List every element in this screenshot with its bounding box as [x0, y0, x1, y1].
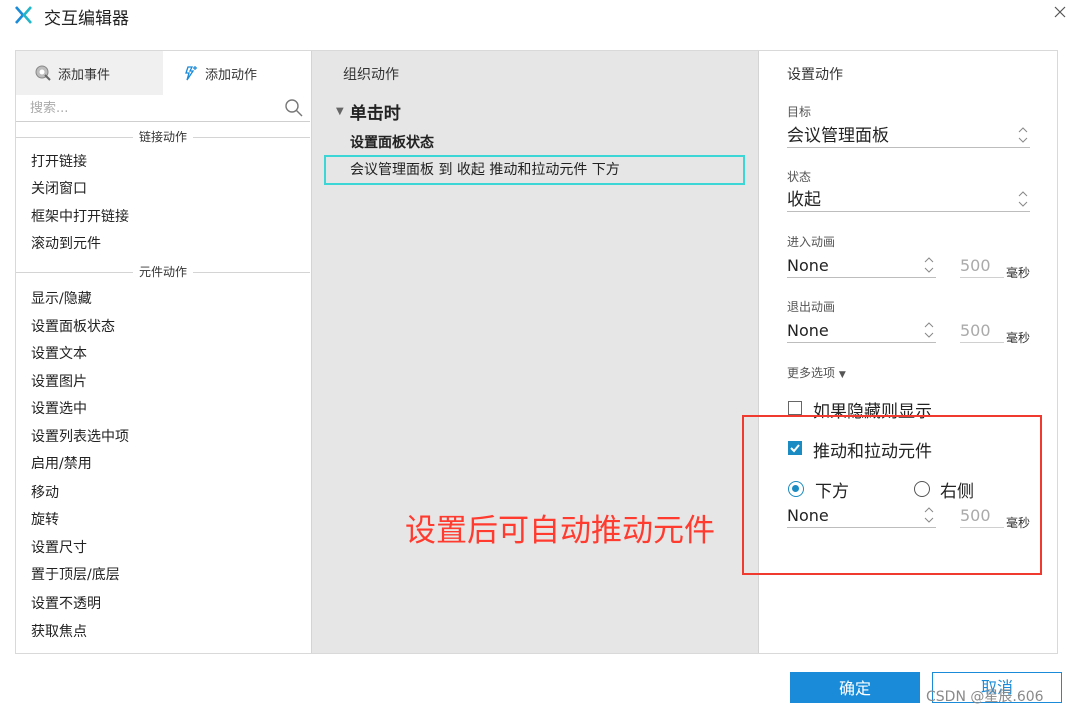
left-panel: 添加事件 添加动作 链接动作 打开链接 关闭窗口 框架中打开链接 滚动到元件 元…: [16, 51, 310, 653]
annotation-text: 设置后可自动推动元件: [405, 513, 715, 549]
tab-add-event-label: 添加事件: [58, 67, 111, 83]
watermark: CSDN @星辰.606: [926, 689, 1044, 705]
exit-duration-unit: 毫秒: [1006, 331, 1031, 345]
more-options-toggle[interactable]: 更多选项 ▼: [787, 364, 846, 381]
action-item-open-link[interactable]: 打开链接: [31, 152, 87, 172]
dropdown-triangle-icon: ▼: [838, 370, 846, 380]
chevron-updown-icon: [924, 257, 934, 273]
annotation-highlight-box: [742, 415, 1042, 575]
search-bar: [16, 95, 310, 122]
enter-animation-label: 进入动画: [787, 235, 836, 249]
group-header-widget-actions: 元件动作: [16, 263, 310, 281]
ok-button[interactable]: 确定: [790, 672, 920, 703]
target-select[interactable]: 会议管理面板: [787, 124, 1030, 148]
configure-action-title: 设置动作: [787, 67, 843, 83]
action-item-set-size[interactable]: 设置尺寸: [31, 538, 87, 558]
action-item-set-text[interactable]: 设置文本: [31, 344, 87, 364]
tab-add-event[interactable]: 添加事件: [16, 51, 163, 95]
tab-add-action-label: 添加动作: [205, 67, 258, 83]
search-input[interactable]: [28, 97, 282, 119]
action-item-bring-front-back[interactable]: 置于顶层/底层: [31, 565, 120, 585]
state-select[interactable]: 收起: [787, 188, 1030, 212]
action-item-set-selected[interactable]: 设置选中: [31, 399, 87, 419]
action-item-rotate[interactable]: 旋转: [31, 510, 59, 530]
exit-animation-label: 退出动画: [787, 300, 836, 314]
action-item-set-panel-state[interactable]: 设置面板状态: [31, 317, 115, 337]
group-header-label: 元件动作: [132, 265, 193, 279]
target-value: 会议管理面板: [787, 126, 889, 146]
chevron-updown-icon: [1018, 127, 1028, 143]
add-action-icon: [185, 66, 197, 81]
action-item-set-opacity[interactable]: 设置不透明: [31, 594, 101, 614]
tab-add-action[interactable]: 添加动作: [163, 51, 310, 95]
action-item-set-image[interactable]: 设置图片: [31, 372, 87, 392]
action-item-open-in-frame[interactable]: 框架中打开链接: [31, 207, 129, 227]
group-header-label: 链接动作: [132, 130, 193, 144]
exit-animation-select[interactable]: None: [787, 319, 936, 343]
close-icon[interactable]: [1052, 4, 1067, 20]
state-label: 状态: [787, 170, 812, 184]
chevron-updown-icon: [924, 322, 934, 338]
enter-duration-unit: 毫秒: [1006, 266, 1031, 280]
enter-animation-value: None: [787, 256, 829, 275]
collapse-triangle-icon[interactable]: ▼: [336, 106, 344, 117]
search-icon[interactable]: [284, 98, 304, 118]
organize-actions-title: 组织动作: [343, 67, 399, 83]
exit-animation-value: None: [787, 321, 829, 340]
action-item-enable-disable[interactable]: 启用/禁用: [31, 454, 92, 474]
action-item-show-hide[interactable]: 显示/隐藏: [31, 289, 92, 309]
target-label: 目标: [787, 105, 812, 119]
case-label[interactable]: 设置面板状态: [350, 132, 434, 152]
chevron-updown-icon: [1018, 191, 1028, 207]
window-title: 交互编辑器: [44, 9, 129, 29]
selected-action-row[interactable]: 会议管理面板 到 收起 推动和拉动元件 下方: [324, 155, 745, 185]
add-event-icon: [35, 65, 51, 81]
state-value: 收起: [787, 190, 821, 210]
event-on-click[interactable]: ▼ 单击时: [336, 99, 401, 124]
action-item-scroll-to-widget[interactable]: 滚动到元件: [31, 234, 101, 254]
action-item-close-window[interactable]: 关闭窗口: [31, 179, 87, 199]
action-item-move[interactable]: 移动: [31, 483, 59, 503]
more-options-label: 更多选项: [787, 366, 836, 380]
enter-animation-select[interactable]: None: [787, 254, 936, 278]
enter-duration-input[interactable]: 500: [960, 254, 1004, 278]
group-header-link-actions: 链接动作: [16, 128, 310, 146]
action-item-set-list-selected[interactable]: 设置列表选中项: [31, 427, 129, 447]
show-if-hidden-checkbox[interactable]: [788, 401, 802, 415]
action-item-focus[interactable]: 获取焦点: [31, 622, 87, 642]
axure-logo-icon: [15, 6, 32, 24]
event-label: 单击时: [349, 104, 401, 124]
exit-duration-input[interactable]: 500: [960, 319, 1004, 343]
